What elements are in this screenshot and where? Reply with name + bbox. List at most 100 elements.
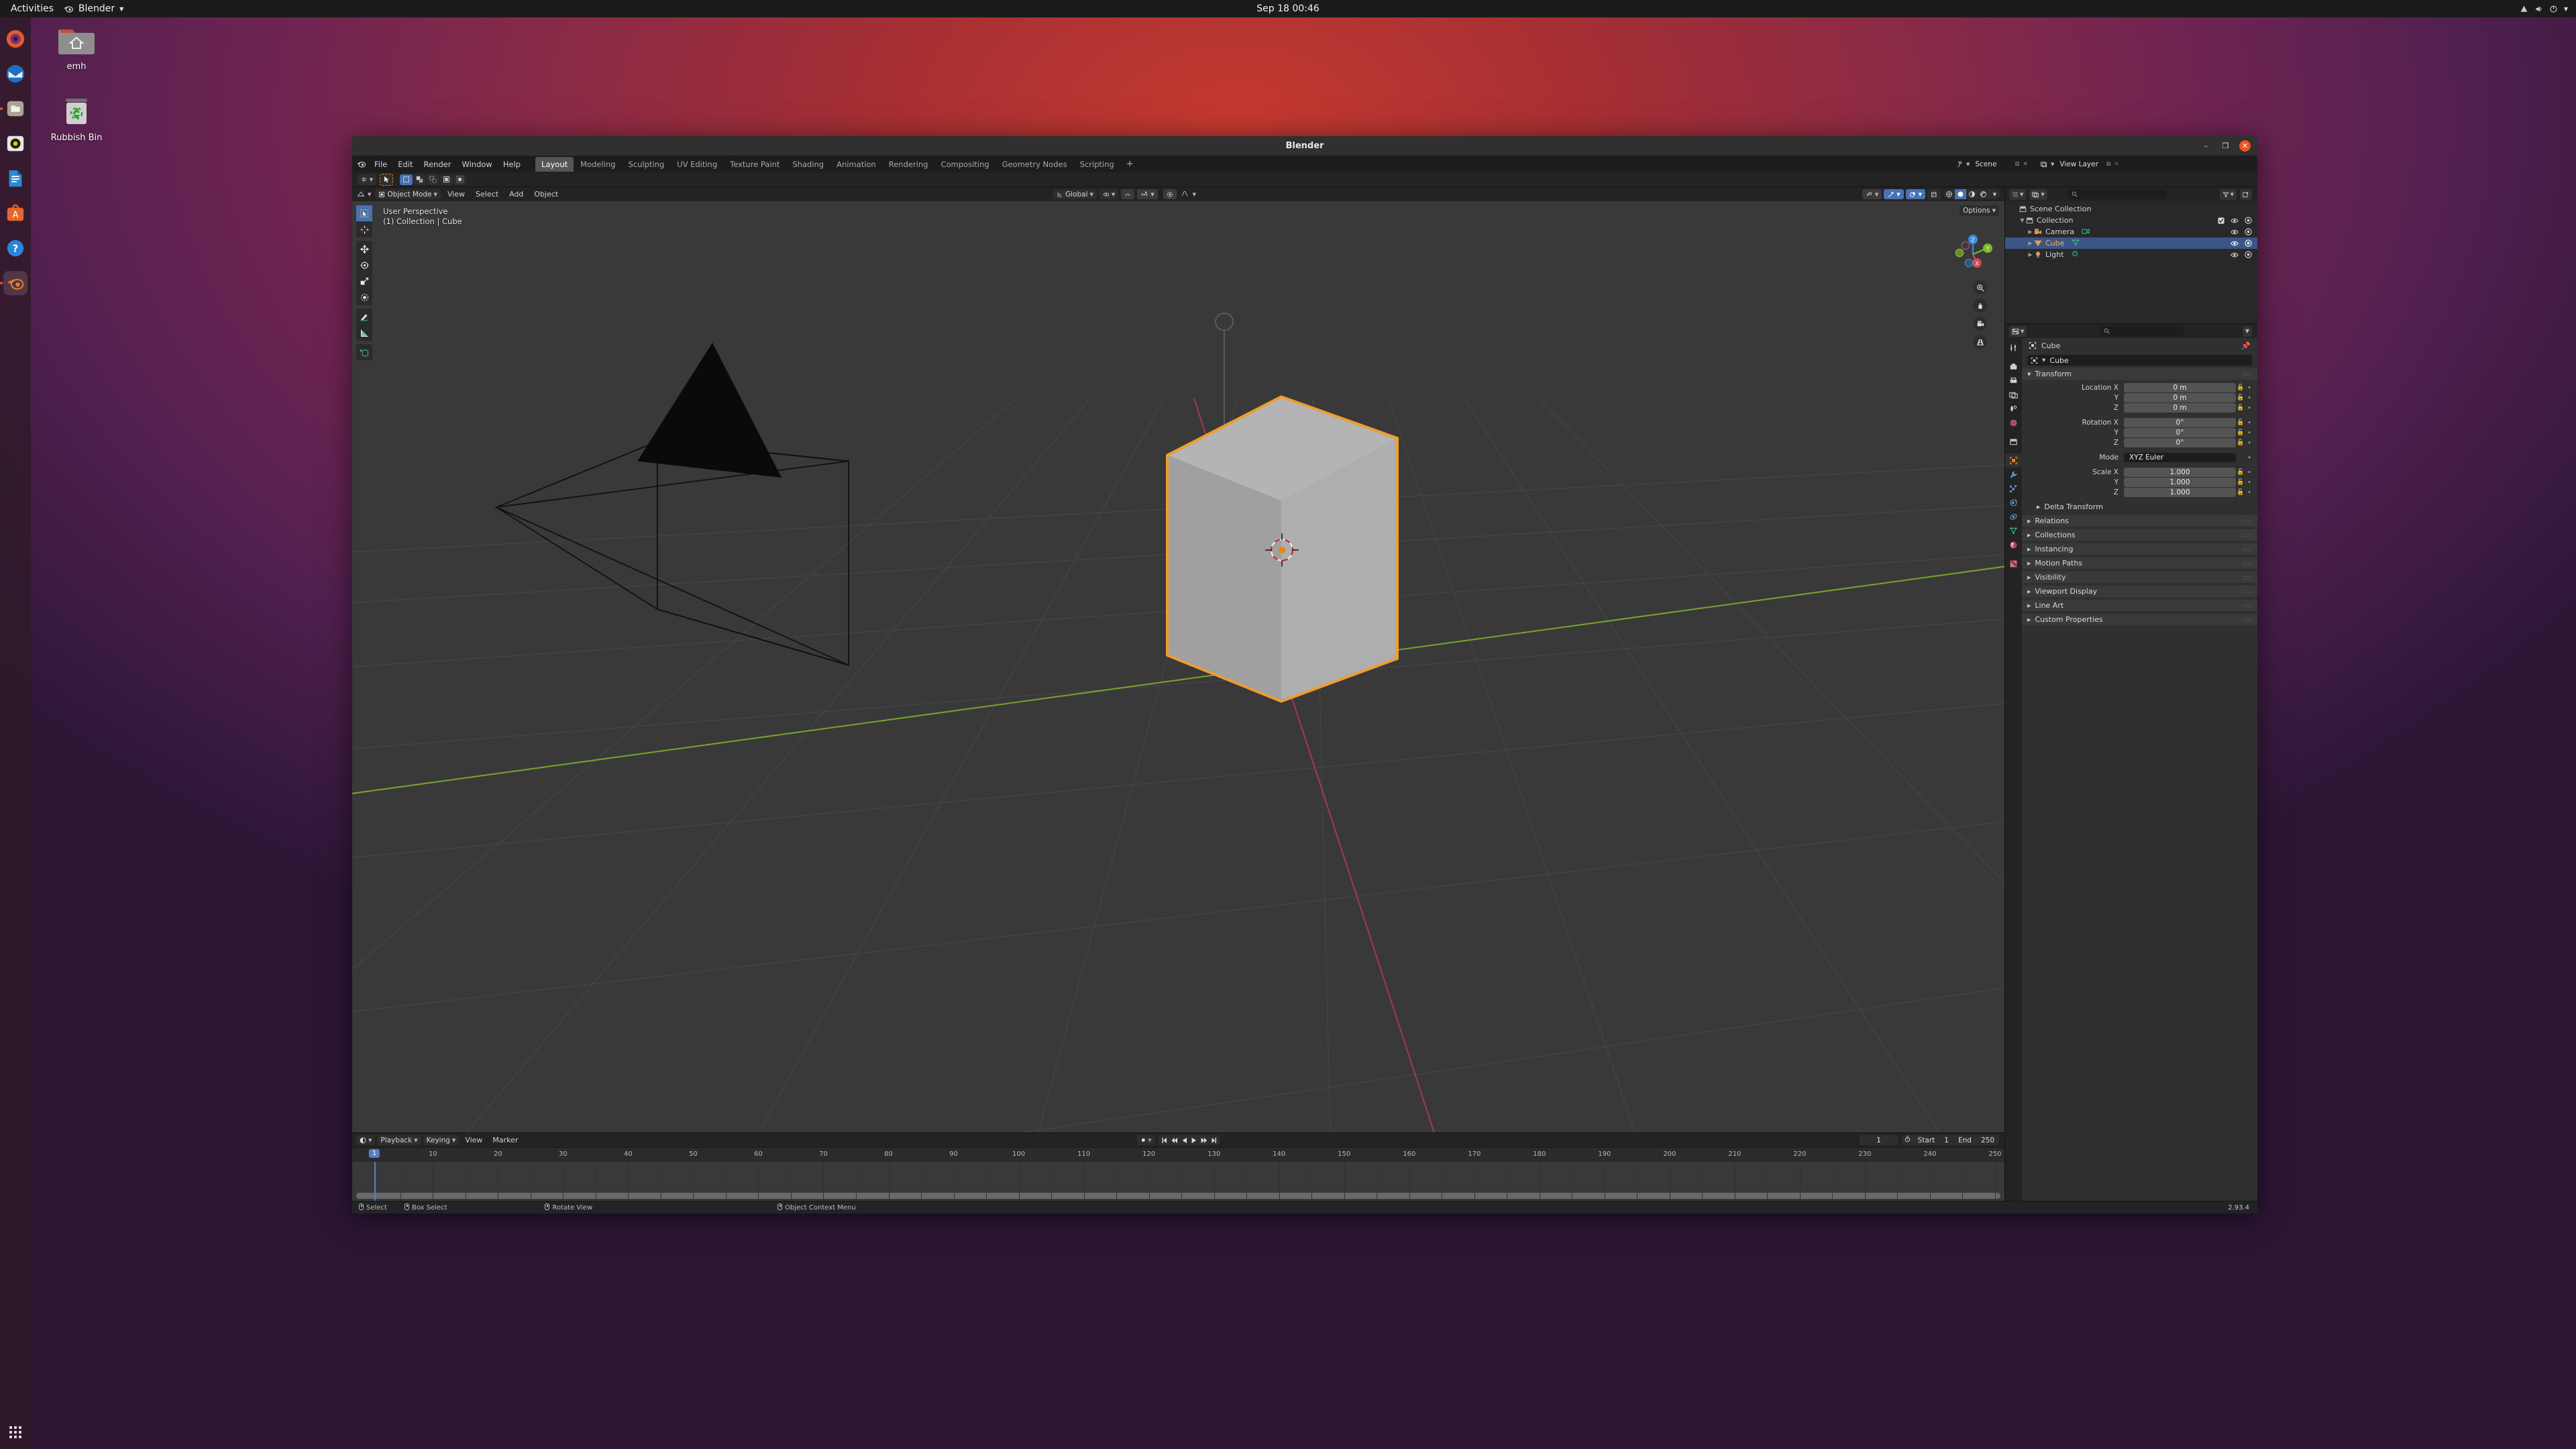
location-x-row[interactable]: Location X 0 m 🔓 • — [2022, 383, 2257, 392]
timeline-menu-playback[interactable]: Playback ▼ — [377, 1135, 421, 1145]
3d-viewport[interactable]: User Perspective (1) Collection | Cube O… — [352, 201, 2004, 1132]
properties-tab-modifier[interactable] — [2005, 468, 2022, 482]
navigation-gizmo[interactable]: Z Y X — [1951, 232, 1995, 276]
properties-tab-tool[interactable] — [2005, 341, 2022, 355]
properties-search-input[interactable] — [2099, 326, 2186, 336]
timeline-playhead[interactable] — [374, 1162, 376, 1201]
drag-handle-icon[interactable]: :::: — [2242, 371, 2252, 377]
camera-render-icon[interactable] — [2245, 217, 2252, 224]
animate-dot-icon[interactable]: • — [2245, 469, 2253, 476]
snap-settings[interactable]: ▼ — [1137, 189, 1158, 199]
rotation-y-row[interactable]: Y 0° 🔓 • — [2022, 428, 2257, 437]
dock-item-help[interactable]: ? — [3, 236, 28, 260]
zoom-icon[interactable] — [1973, 280, 1987, 294]
outliner-row-toggles[interactable] — [2231, 239, 2252, 247]
panel-header-instancing[interactable]: ▶ Instancing :::: — [2022, 543, 2257, 555]
location-y-value[interactable]: 0 m — [2124, 393, 2236, 402]
select-set-button[interactable] — [400, 174, 413, 185]
blender-window[interactable]: Blender – ❐ ✕ File Edit Render Window He… — [352, 136, 2257, 1214]
editor-type-icon[interactable] — [357, 191, 365, 199]
location-x-value[interactable]: 0 m — [2124, 383, 2236, 392]
properties-tab-collection[interactable] — [2005, 435, 2022, 449]
workspace-tab-scripting[interactable]: Scripting — [1074, 157, 1120, 172]
properties-tab-data[interactable] — [2005, 524, 2022, 538]
play-reverse-icon[interactable] — [1182, 1137, 1187, 1144]
timeline-body[interactable] — [352, 1162, 2004, 1201]
lock-icon[interactable]: 🔓 — [2236, 489, 2245, 496]
animate-dot-icon[interactable]: • — [2245, 489, 2253, 496]
viewport-options-button[interactable]: Options ▼ — [1960, 205, 1999, 216]
object-name-field[interactable]: ▼ Cube — [2027, 355, 2252, 366]
expander-icon[interactable]: ▼ — [2019, 217, 2026, 223]
select-invert-button[interactable] — [440, 174, 453, 185]
workspace-tab-modeling[interactable]: Modeling — [574, 157, 621, 172]
viewport-menu-object[interactable]: Object — [530, 189, 562, 200]
scale-x-value[interactable]: 1.000 — [2124, 468, 2236, 477]
panel-header-motion-paths[interactable]: ▶ Motion Paths :::: — [2022, 557, 2257, 569]
dock-item-files[interactable] — [0, 97, 28, 121]
viewport-navigation-buttons[interactable] — [1973, 280, 1987, 349]
workspace-tab-animation[interactable]: Animation — [830, 157, 882, 172]
dock-item-rhythmbox[interactable] — [3, 131, 28, 156]
outliner-search-input[interactable] — [2066, 189, 2167, 199]
properties-tab-output[interactable] — [2005, 374, 2022, 388]
location-y-row[interactable]: Y 0 m 🔓 • — [2022, 393, 2257, 402]
camera-render-icon[interactable] — [2245, 251, 2252, 258]
properties-tab-view-layer[interactable] — [2005, 388, 2022, 402]
rotation-x-value[interactable]: 0° — [2124, 418, 2236, 427]
pin-icon[interactable]: 📌 — [2241, 341, 2251, 350]
rotation-z-row[interactable]: Z 0° 🔓 • — [2022, 438, 2257, 447]
app-menu-button[interactable]: Blender ▼ — [63, 3, 123, 14]
copy-scene-icon[interactable]: ⧉ — [2015, 161, 2019, 168]
jump-to-end-icon[interactable] — [1212, 1137, 1217, 1144]
shading-material-preview-button[interactable] — [1966, 189, 1978, 199]
snap-toggle[interactable] — [1121, 189, 1135, 199]
eye-icon[interactable] — [2231, 240, 2239, 247]
outliner-display-mode-button[interactable]: ▼ — [2029, 189, 2047, 200]
properties-tab-world[interactable] — [2005, 416, 2022, 430]
panel-header-relations[interactable]: ▶ Relations :::: — [2022, 515, 2257, 527]
desktop-icon-trash[interactable]: Rubbish Bin — [44, 94, 109, 143]
end-value[interactable]: 250 — [1976, 1136, 1999, 1144]
eye-icon[interactable] — [2231, 217, 2239, 224]
panel-header-transform[interactable]: ▼ Transform :::: — [2022, 368, 2257, 380]
ubuntu-dock[interactable]: A ? — [0, 17, 31, 1449]
timeline-playhead-label[interactable]: 1 — [368, 1149, 380, 1158]
outliner-row-toggles[interactable] — [2231, 251, 2252, 258]
properties-content[interactable]: Cube 📌 ▼ Cube ▼ Transform :::: Location … — [2022, 338, 2257, 1201]
dock-item-ubuntu-software[interactable]: A — [3, 201, 28, 225]
jump-next-keyframe-icon[interactable] — [1201, 1137, 1208, 1144]
transform-tools-group[interactable]: Global ▼ ▼ ▼ ▼ — [1053, 189, 1196, 199]
properties-tab-particles[interactable] — [2005, 482, 2022, 496]
scale-x-row[interactable]: Scale X 1.000 🔓 • — [2022, 468, 2257, 477]
properties-header[interactable]: ▼ ▼ — [2005, 323, 2257, 338]
drag-handle-icon[interactable]: :::: — [2242, 518, 2252, 524]
panel-header-collections[interactable]: ▶ Collections :::: — [2022, 529, 2257, 541]
play-icon[interactable] — [1191, 1137, 1197, 1144]
transform-fields[interactable]: Location X 0 m 🔓• Y 0 m 🔓• Z 0 m � — [2022, 380, 2257, 497]
transform-orientation-selector[interactable]: Global ▼ — [1053, 189, 1097, 199]
tool-tweak-select-box[interactable] — [356, 205, 372, 221]
dock-item-thunderbird[interactable] — [3, 62, 28, 86]
lock-icon[interactable]: 🔓 — [2236, 405, 2245, 411]
timeline-editor-type-button[interactable]: ▼ — [356, 1135, 376, 1145]
mesh-data-icon[interactable] — [2072, 239, 2080, 248]
dock-item-blender[interactable] — [0, 271, 28, 295]
activities-button[interactable]: Activities — [0, 3, 63, 14]
viewport-toolbar[interactable] — [356, 205, 372, 360]
menu-render[interactable]: Render — [419, 158, 457, 171]
panel-header-delta-transform[interactable]: ▶ Delta Transform — [2022, 501, 2257, 513]
lock-icon[interactable]: 🔓 — [2236, 429, 2245, 436]
jump-to-start-icon[interactable] — [1162, 1137, 1167, 1144]
tool-cursor[interactable] — [356, 221, 372, 237]
jump-prev-keyframe-icon[interactable] — [1171, 1137, 1178, 1144]
workspace-tab-geometry-nodes[interactable]: Geometry Nodes — [996, 157, 1073, 172]
auto-keying-toggle[interactable]: ▼ — [1136, 1135, 1155, 1145]
outliner-filter-button[interactable]: ▼ — [2219, 189, 2237, 200]
properties-tab-scene[interactable] — [2005, 402, 2022, 416]
transport-buttons[interactable] — [1158, 1135, 1220, 1145]
animate-dot-icon[interactable]: • — [2245, 439, 2253, 447]
xray-toggle[interactable] — [1927, 189, 1941, 199]
rotation-z-value[interactable]: 0° — [2124, 438, 2236, 447]
window-controls[interactable]: – ❐ ✕ — [2200, 140, 2251, 152]
